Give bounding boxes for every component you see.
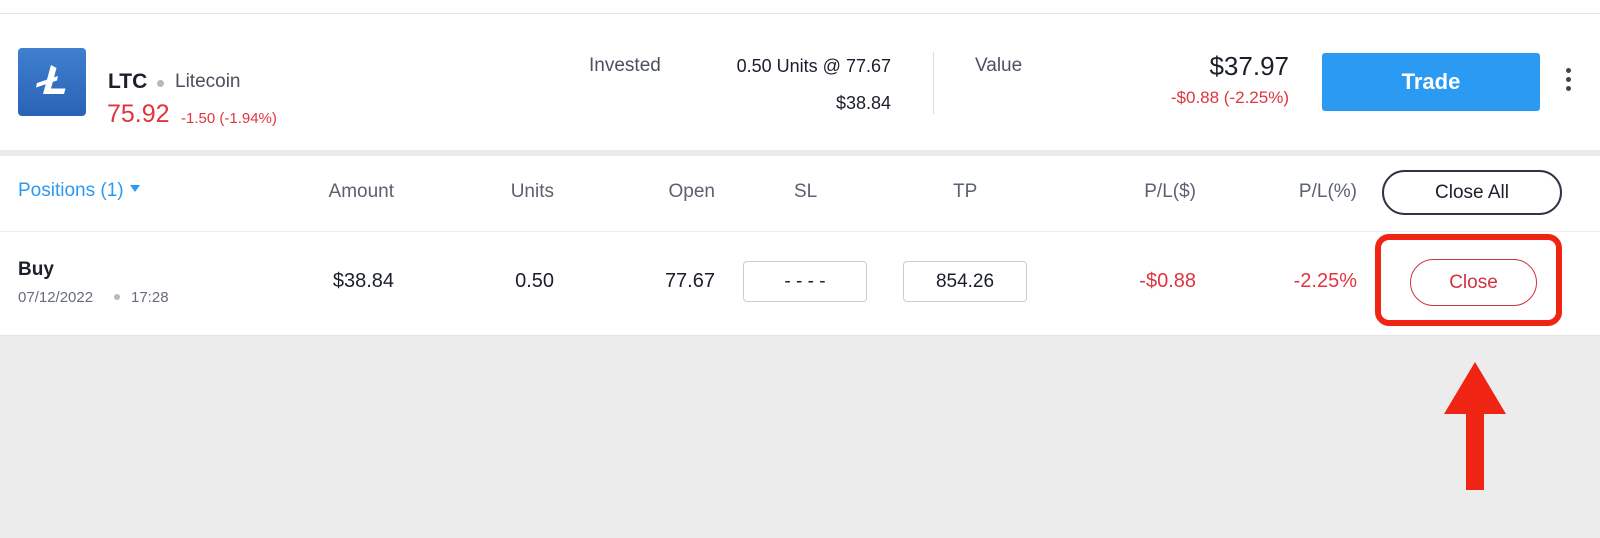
column-pl-usd: P/L($) <box>1144 181 1196 202</box>
separator-dot <box>157 80 164 87</box>
instrument-header: LTC Litecoin 75.92 -1.50 (-1.94%) Invest… <box>0 14 1600 150</box>
annotation-arrow-icon <box>1444 362 1506 490</box>
position-pl-usd: -$0.88 <box>1139 270 1196 292</box>
value-label: Value <box>975 55 1023 76</box>
table-header: Positions (1) Amount Units Open SL TP P/… <box>0 156 1600 232</box>
position-open: 77.67 <box>664 270 715 292</box>
instrument-symbol: LTC <box>108 70 148 93</box>
position-units: 0.50 <box>515 270 554 292</box>
column-units: Units <box>510 181 554 202</box>
instrument-price: 75.92 <box>107 100 170 128</box>
column-tp: TP <box>953 181 978 202</box>
positions-dropdown[interactable]: Positions (1) <box>18 180 140 202</box>
close-all-button[interactable]: Close All <box>1382 170 1562 215</box>
annotation-highlight-box <box>1375 234 1562 326</box>
positions-count: (1) <box>100 180 124 201</box>
invested-label: Invested <box>589 55 661 76</box>
invested-units: 0.50 Units @ 77.67 <box>736 56 891 76</box>
positions-table: Positions (1) Amount Units Open SL TP P/… <box>0 156 1600 336</box>
position-date: 07/12/2022 <box>18 289 94 306</box>
column-amount: Amount <box>328 181 394 202</box>
position-pl-pct: -2.25% <box>1293 270 1357 292</box>
column-open: Open <box>668 181 715 202</box>
vertical-divider <box>933 52 934 114</box>
separator-dot <box>114 294 120 300</box>
table-row: Buy 07/12/2022 17:28 $38.84 0.50 77.67 -… <box>0 232 1600 334</box>
instrument-change: -1.50 (-1.94%) <box>181 110 277 127</box>
value-amount: $37.97 <box>1209 51 1289 81</box>
instrument-name: Litecoin <box>175 71 241 92</box>
value-change: -$0.88 (-2.25%) <box>1170 88 1289 107</box>
positions-label: Positions <box>18 180 96 201</box>
caret-down-icon <box>129 185 140 193</box>
take-profit-input[interactable]: 854.26 <box>903 261 1027 302</box>
invested-amount: $38.84 <box>835 93 891 113</box>
position-side: Buy <box>18 259 54 280</box>
position-time: 17:28 <box>131 289 169 306</box>
more-options-icon[interactable] <box>1558 68 1578 96</box>
stop-loss-input[interactable]: - - - - <box>743 261 867 302</box>
column-pl-pct: P/L(%) <box>1298 181 1357 202</box>
column-sl: SL <box>794 181 818 202</box>
position-amount: $38.84 <box>332 270 394 292</box>
trade-button[interactable]: Trade <box>1322 53 1540 111</box>
litecoin-logo-icon <box>18 48 86 116</box>
top-strip <box>0 0 1600 14</box>
